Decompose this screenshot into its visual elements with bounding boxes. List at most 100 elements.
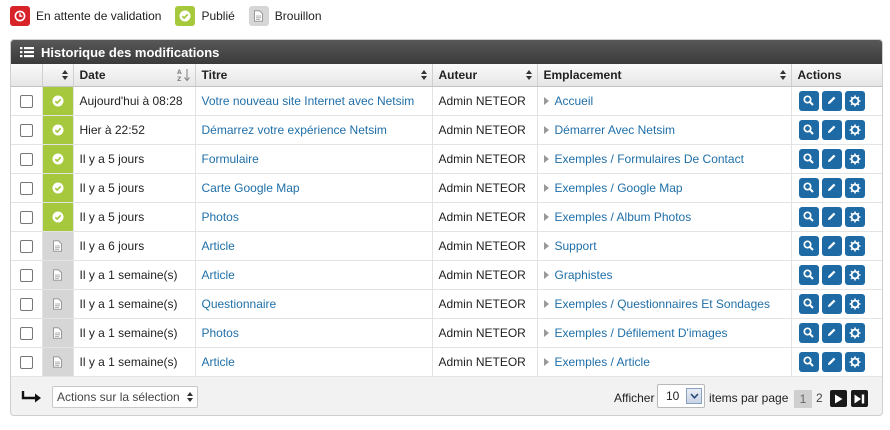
bulk-actions-select[interactable]: Actions sur la sélection xyxy=(52,386,198,408)
preview-button[interactable] xyxy=(798,177,819,198)
row-checkbox[interactable] xyxy=(19,268,33,282)
published-check-icon xyxy=(52,124,64,136)
settings-button[interactable] xyxy=(844,351,865,372)
emplacement-link[interactable]: Exemples / Formulaires De Contact xyxy=(555,152,744,166)
titre-link[interactable]: Votre nouveau site Internet avec Netsim xyxy=(202,94,415,108)
emplacement-link[interactable]: Exemples / Défilement D'images xyxy=(555,326,728,340)
date-header[interactable]: Date AZ xyxy=(73,64,196,87)
page-link-2[interactable]: 2 xyxy=(816,391,823,405)
arrow-return-icon xyxy=(21,391,41,403)
preview-button[interactable] xyxy=(798,90,819,111)
caret-right-icon xyxy=(543,126,549,135)
titre-link[interactable]: Formulaire xyxy=(202,152,259,166)
row-checkbox[interactable] xyxy=(19,239,33,253)
row-checkbox[interactable] xyxy=(19,355,33,369)
edit-button[interactable] xyxy=(821,206,842,227)
row-checkbox[interactable] xyxy=(19,94,33,108)
settings-button[interactable] xyxy=(844,119,865,140)
row-checkbox[interactable] xyxy=(19,326,33,340)
emplacement-link[interactable]: Accueil xyxy=(555,94,594,108)
settings-button[interactable] xyxy=(844,177,865,198)
titre-link[interactable]: Article xyxy=(202,268,235,282)
emplacement-link[interactable]: Exemples / Article xyxy=(555,355,650,369)
settings-button[interactable] xyxy=(844,235,865,256)
titre-link[interactable]: Photos xyxy=(202,326,239,340)
titre-link[interactable]: Article xyxy=(202,239,235,253)
settings-button[interactable] xyxy=(844,293,865,314)
last-page-button[interactable] xyxy=(851,390,868,407)
row-checkbox[interactable] xyxy=(19,181,33,195)
published-check-icon xyxy=(52,182,64,194)
preview-button[interactable] xyxy=(798,322,819,343)
legend-label: Publié xyxy=(201,9,235,23)
preview-button[interactable] xyxy=(798,119,819,140)
status-cell xyxy=(42,231,74,261)
preview-button[interactable] xyxy=(798,351,819,372)
edit-button[interactable] xyxy=(821,264,842,285)
preview-button[interactable] xyxy=(798,293,819,314)
titre-cell: Votre nouveau site Internet avec Netsim xyxy=(195,86,433,116)
row-checkbox[interactable] xyxy=(19,152,33,166)
settings-button[interactable] xyxy=(844,206,865,227)
titre-link[interactable]: Démarrez votre expérience Netsim xyxy=(202,123,387,137)
emplacement-link[interactable]: Exemples / Questionnaires Et Sondages xyxy=(555,297,770,311)
emplacement-link[interactable]: Exemples / Google Map xyxy=(555,181,683,195)
settings-button[interactable] xyxy=(844,322,865,343)
edit-button[interactable] xyxy=(821,293,842,314)
auteur-cell: Admin NETEOR xyxy=(432,144,538,174)
row-select-cell xyxy=(11,289,43,319)
per-page-value: 10 xyxy=(666,389,680,403)
edit-button[interactable] xyxy=(821,119,842,140)
settings-button[interactable] xyxy=(844,148,865,169)
preview-button[interactable] xyxy=(798,235,819,256)
row-checkbox[interactable] xyxy=(19,297,33,311)
settings-button[interactable] xyxy=(844,264,865,285)
preview-button[interactable] xyxy=(798,148,819,169)
draft-document-icon xyxy=(52,240,63,252)
titre-link[interactable]: Carte Google Map xyxy=(202,181,300,195)
auteur-cell: Admin NETEOR xyxy=(432,231,538,261)
gear-icon xyxy=(849,95,861,107)
emplacement-header[interactable]: Emplacement xyxy=(537,64,792,87)
status-cell xyxy=(42,202,74,232)
date-cell: Hier à 22:52 xyxy=(73,115,196,145)
titre-link[interactable]: Photos xyxy=(202,210,239,224)
page-current: 1 xyxy=(794,390,812,408)
draft-document-icon xyxy=(52,327,63,339)
titre-link[interactable]: Questionnaire xyxy=(202,297,277,311)
emplacement-link[interactable]: Support xyxy=(555,239,597,253)
emplacement-link[interactable]: Graphistes xyxy=(555,268,613,282)
emplacement-link[interactable]: Exemples / Album Photos xyxy=(555,210,692,224)
titre-header[interactable]: Titre xyxy=(195,64,433,87)
search-icon xyxy=(803,124,814,135)
row-checkbox[interactable] xyxy=(19,123,33,137)
chevron-down-icon[interactable] xyxy=(686,388,702,404)
titre-cell: Questionnaire xyxy=(195,289,433,319)
row-select-cell xyxy=(11,347,43,377)
titre-cell: Photos xyxy=(195,202,433,232)
per-page-select[interactable]: 10 xyxy=(657,384,705,408)
titre-link[interactable]: Article xyxy=(202,355,235,369)
date-cell: Il y a 6 jours xyxy=(73,231,196,261)
settings-button[interactable] xyxy=(844,90,865,111)
edit-button[interactable] xyxy=(821,322,842,343)
play-icon xyxy=(835,394,843,403)
next-page-button[interactable] xyxy=(830,390,847,407)
preview-button[interactable] xyxy=(798,206,819,227)
edit-button[interactable] xyxy=(821,351,842,372)
table-row: Il y a 6 jours Article Admin NETEOR Support xyxy=(11,231,882,261)
edit-button[interactable] xyxy=(821,90,842,111)
edit-button[interactable] xyxy=(821,235,842,256)
titre-cell: Article xyxy=(195,231,433,261)
edit-button[interactable] xyxy=(821,177,842,198)
preview-button[interactable] xyxy=(798,264,819,285)
select-all-header[interactable] xyxy=(11,64,43,87)
emplacement-link[interactable]: Démarrer Avec Netsim xyxy=(555,123,675,137)
caret-right-icon xyxy=(543,155,549,164)
auteur-header-label: Auteur xyxy=(438,67,478,82)
row-checkbox[interactable] xyxy=(19,210,33,224)
auteur-header[interactable]: Auteur xyxy=(432,64,538,87)
status-header[interactable] xyxy=(42,64,74,87)
caret-right-icon xyxy=(543,358,549,367)
edit-button[interactable] xyxy=(821,148,842,169)
